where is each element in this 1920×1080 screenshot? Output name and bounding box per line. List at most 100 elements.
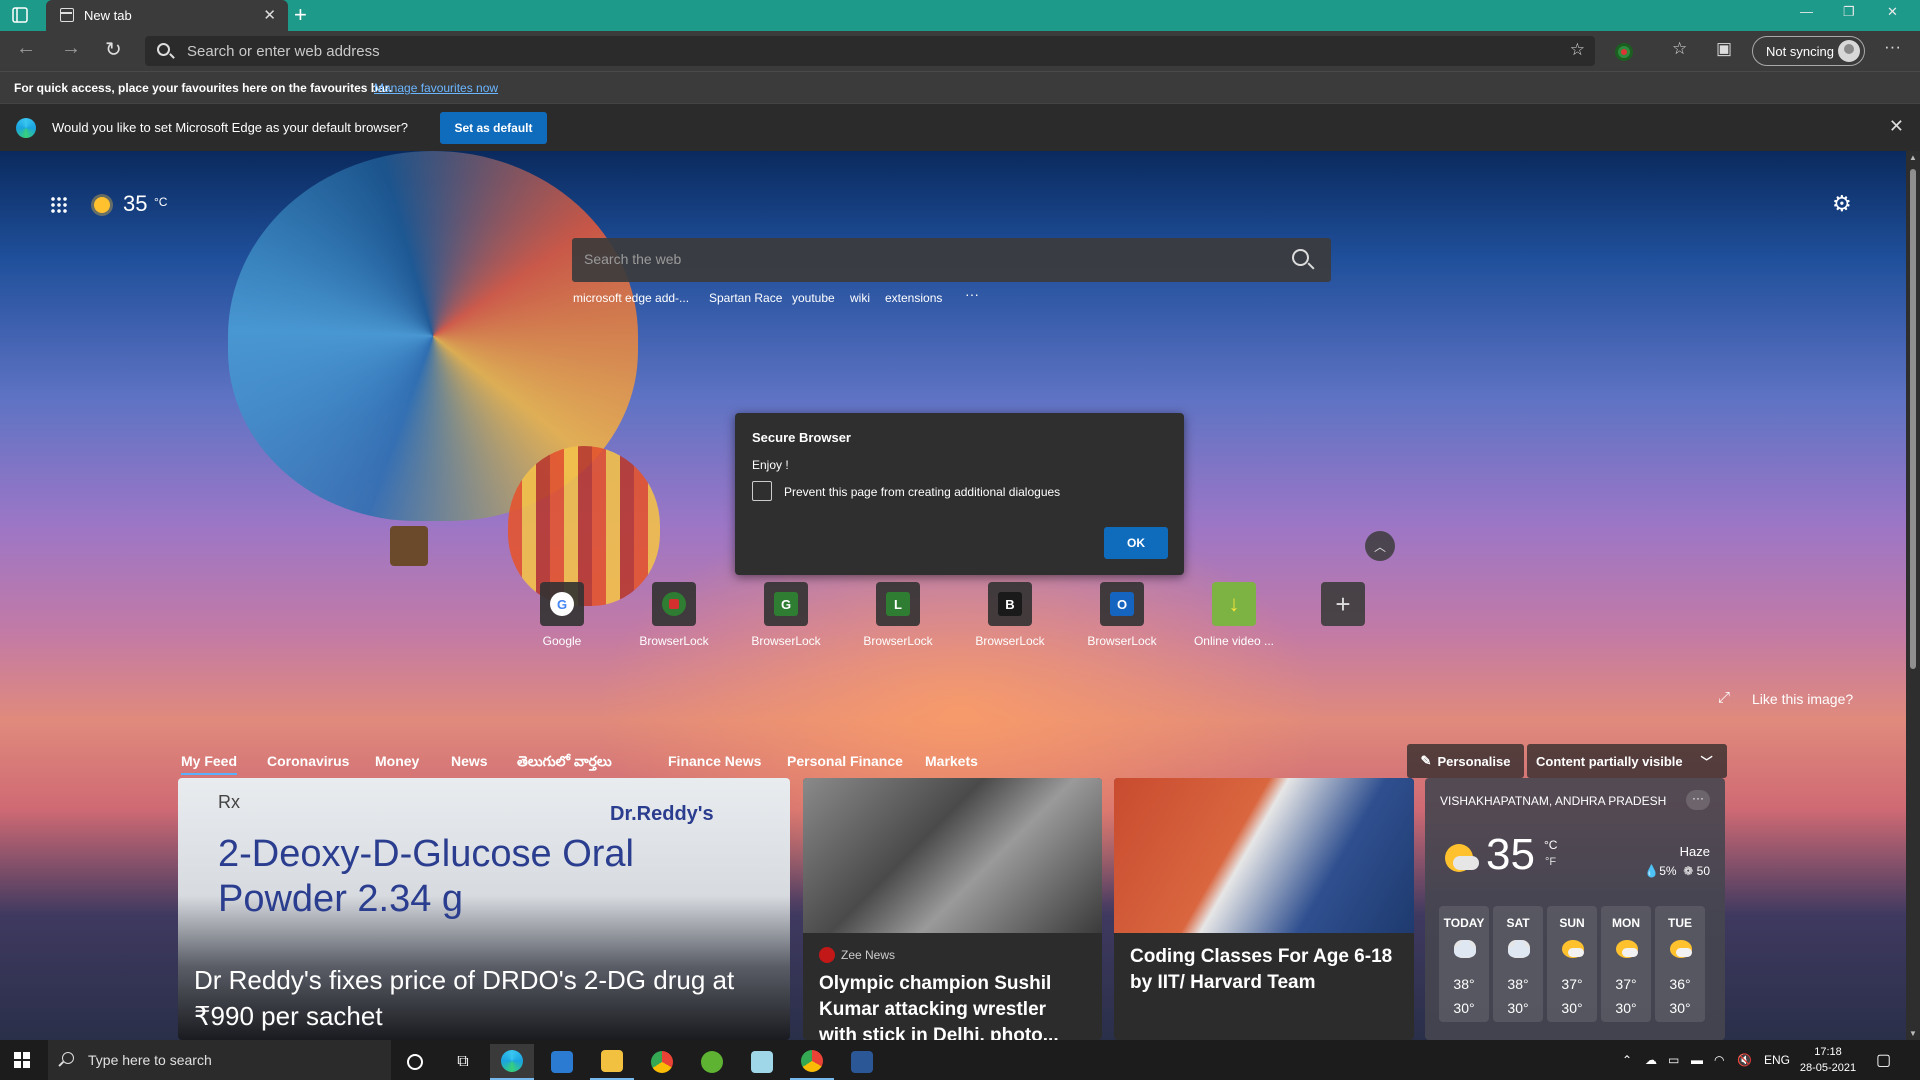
feed-tab[interactable]: తెలుగులో వార్తలు <box>517 753 612 773</box>
quick-link[interactable]: extensions <box>885 291 942 305</box>
unit-fahrenheit[interactable]: °F <box>1545 856 1556 868</box>
tray-expand-icon[interactable]: ⌃ <box>1622 1053 1632 1067</box>
utorrent-icon[interactable] <box>690 1044 734 1080</box>
chrome-icon[interactable] <box>640 1044 684 1080</box>
forecast-day[interactable]: MON 37° 30° <box>1601 906 1651 1022</box>
tile-google[interactable]: G Google <box>512 582 612 652</box>
feed-tab[interactable]: Coronavirus <box>267 753 349 769</box>
notifications-icon[interactable]: ▢ <box>1876 1050 1891 1070</box>
weather-more-icon[interactable]: ··· <box>1686 790 1710 810</box>
volume-mute-icon[interactable]: 🔇 <box>1737 1053 1752 1067</box>
tile-online-video[interactable]: ↓ Online video ... <box>1184 582 1284 652</box>
chrome-profile-icon[interactable] <box>790 1044 834 1080</box>
tile-browserlock[interactable]: B BrowserLock <box>960 582 1060 652</box>
ad-card-coding-classes[interactable]: Coding Classes For Age 6-18 by IIT/ Harv… <box>1114 778 1414 1040</box>
taskbar-search-box[interactable]: Type here to search <box>48 1040 391 1080</box>
feed-tab[interactable]: Finance News <box>668 753 761 769</box>
scroll-down-icon[interactable]: ▼ <box>1909 1029 1917 1038</box>
web-search-icon[interactable] <box>1292 249 1309 266</box>
address-bar[interactable]: Search or enter web address ☆ <box>145 36 1595 66</box>
window-close-icon[interactable]: ✕ <box>1887 4 1898 20</box>
collapse-tiles-icon[interactable]: ︿ <box>1365 531 1395 561</box>
forecast-day[interactable]: TUE 36° 30° <box>1655 906 1705 1022</box>
unit-celsius[interactable]: °C <box>1544 838 1557 852</box>
prevent-dialogues-checkbox[interactable] <box>752 481 772 501</box>
notepad-icon[interactable] <box>740 1044 784 1080</box>
forecast-day[interactable]: SUN 37° 30° <box>1547 906 1597 1022</box>
battery-icon[interactable]: ▬ <box>1691 1053 1703 1067</box>
forecast-day[interactable]: TODAY 38° 30° <box>1439 906 1489 1022</box>
file-explorer-icon[interactable] <box>590 1044 634 1080</box>
edge-taskbar-icon[interactable] <box>490 1044 534 1080</box>
like-this-image-link[interactable]: Like this image? <box>1752 691 1853 707</box>
quick-links-more-icon[interactable]: ··· <box>965 286 979 302</box>
content-visibility-dropdown[interactable]: Content partially visible ﹀ <box>1527 744 1727 778</box>
language-indicator[interactable]: ENG <box>1764 1053 1790 1067</box>
word-icon[interactable] <box>840 1044 884 1080</box>
tab-new-tab[interactable]: New tab ✕ <box>46 0 288 31</box>
card-headline[interactable]: Olympic champion Sushil Kumar attacking … <box>819 971 1089 1040</box>
personalise-button[interactable]: ✎ Personalise <box>1407 744 1524 778</box>
taskbar-clock[interactable]: 17:18 28-05-2021 <box>1796 1044 1860 1076</box>
app-launcher-icon[interactable] <box>50 196 68 214</box>
weather-card[interactable]: VISHAKHAPATNAM, ANDHRA PRADESH ··· 35 °C… <box>1425 778 1725 1040</box>
settings-more-icon[interactable]: ··· <box>1884 37 1901 57</box>
page-scrollbar[interactable]: ▲ ▼ <box>1906 151 1920 1040</box>
content-visibility-label: Content partially visible <box>1536 753 1683 769</box>
onedrive-icon[interactable]: ☁ <box>1645 1053 1657 1067</box>
news-card-sushil-kumar[interactable]: Zee News Olympic champion Sushil Kumar a… <box>803 778 1102 1040</box>
prevent-dialogues-label[interactable]: Prevent this page from creating addition… <box>784 485 1060 499</box>
quick-link[interactable]: youtube <box>792 291 835 305</box>
extension-icon[interactable] <box>1615 43 1633 61</box>
windows-start-icon[interactable] <box>14 1052 30 1068</box>
restore-icon[interactable]: ❐ <box>1843 4 1855 20</box>
personalise-label: Personalise <box>1437 753 1511 769</box>
infobar-close-icon[interactable]: ✕ <box>1889 116 1904 137</box>
tile-browserlock[interactable]: O BrowserLock <box>1072 582 1172 652</box>
back-icon[interactable]: ← <box>16 37 36 60</box>
add-favourite-icon[interactable]: ☆ <box>1570 40 1585 60</box>
task-view-icon[interactable]: ⧉ <box>441 1044 485 1080</box>
tab-close-icon[interactable]: ✕ <box>263 6 276 24</box>
sync-button[interactable]: Not syncing <box>1752 36 1865 66</box>
device-icon[interactable]: ▭ <box>1668 1053 1679 1067</box>
forward-icon[interactable]: → <box>61 37 81 60</box>
cortana-icon[interactable] <box>393 1044 437 1080</box>
favourites-icon[interactable]: ☆ <box>1672 39 1687 59</box>
feed-tab[interactable]: Personal Finance <box>787 753 903 769</box>
tile-label: BrowserLock <box>1087 634 1157 648</box>
quick-link[interactable]: Spartan Race <box>709 291 782 305</box>
collections-icon[interactable]: ▣ <box>1716 39 1732 59</box>
new-tab-plus-icon[interactable]: + <box>294 2 307 28</box>
web-search-box[interactable]: Search the web <box>572 238 1331 282</box>
page-settings-gear-icon[interactable]: ⚙ <box>1832 191 1852 217</box>
card-headline[interactable]: Coding Classes For Age 6-18 by IIT/ Harv… <box>1130 944 1400 996</box>
refresh-icon[interactable]: ↻ <box>105 37 122 62</box>
scroll-up-icon[interactable]: ▲ <box>1909 153 1917 162</box>
mail-icon[interactable] <box>540 1044 584 1080</box>
tile-browserlock[interactable]: BrowserLock <box>624 582 724 652</box>
wifi-icon[interactable]: ◠ <box>1714 1053 1724 1067</box>
scrollbar-thumb[interactable] <box>1910 169 1916 669</box>
set-as-default-button[interactable]: Set as default <box>440 112 547 144</box>
quick-link[interactable]: wiki <box>850 291 870 305</box>
tab-actions-icon[interactable] <box>12 7 34 24</box>
news-card-drreddy[interactable]: Rx Dr.Reddy's 2-Deoxy-D-Glucose Oral Pow… <box>178 778 790 1040</box>
tile-browserlock[interactable]: G BrowserLock <box>736 582 836 652</box>
manage-favourites-link[interactable]: Manage favourites now <box>374 81 498 95</box>
feed-tab[interactable]: Markets <box>925 753 978 769</box>
minimize-icon[interactable]: — <box>1800 4 1813 19</box>
card-headline[interactable]: Dr Reddy's fixes price of DRDO's 2-DG dr… <box>194 962 774 1034</box>
feed-tab[interactable]: My Feed <box>181 753 238 775</box>
partly-sunny-icon <box>1562 940 1584 958</box>
forecast-day[interactable]: SAT 38° 30° <box>1493 906 1543 1022</box>
feed-tab[interactable]: Money <box>375 753 419 769</box>
dialog-ok-button[interactable]: OK <box>1104 527 1168 559</box>
feed-tab[interactable]: News <box>451 753 488 769</box>
quick-link[interactable]: microsoft edge add-... <box>573 291 689 305</box>
expand-image-icon[interactable]: ⤢ <box>1718 689 1730 706</box>
weather-temperature[interactable]: 35 <box>123 191 147 217</box>
tile-label: Google <box>542 634 582 648</box>
tile-browserlock[interactable]: L BrowserLock <box>848 582 948 652</box>
add-site-plus-icon[interactable]: + <box>1321 582 1365 626</box>
